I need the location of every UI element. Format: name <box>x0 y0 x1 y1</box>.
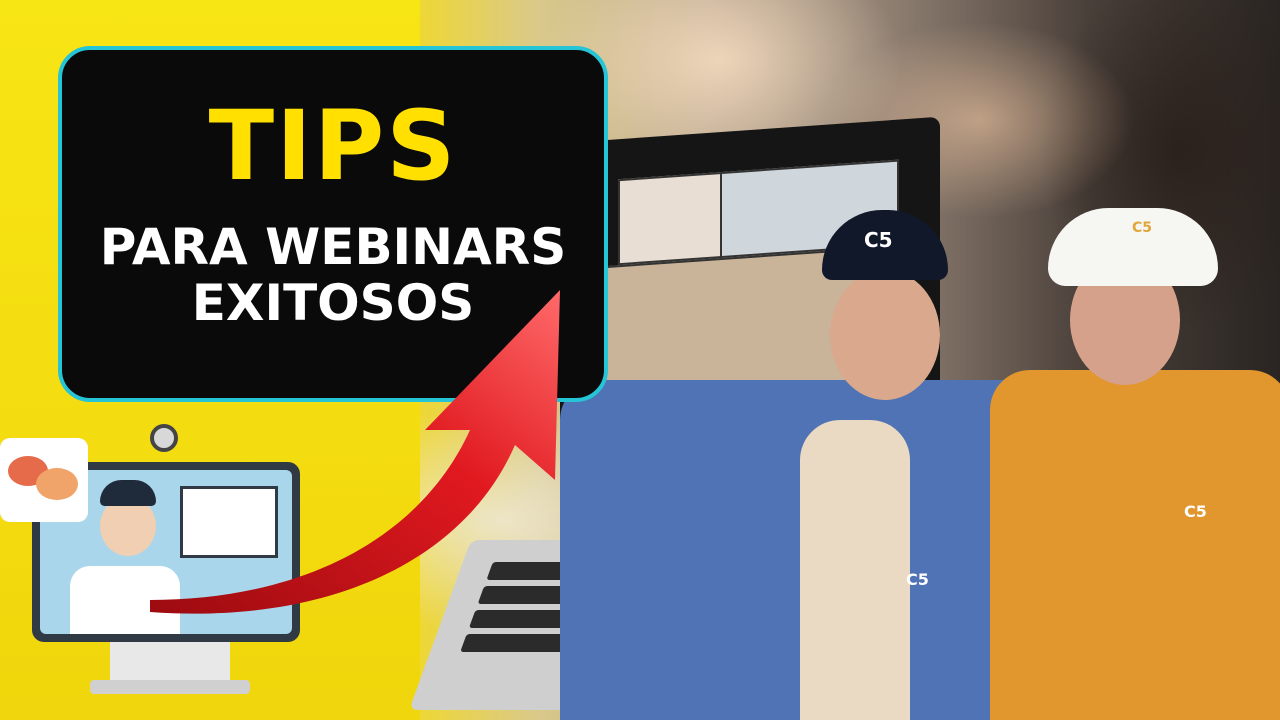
red-arrow-icon <box>150 290 560 614</box>
thumbnail-canvas: C5 C5 C5 C5 TIPS PARA WEBINARS EXITOSOS <box>0 0 1280 720</box>
